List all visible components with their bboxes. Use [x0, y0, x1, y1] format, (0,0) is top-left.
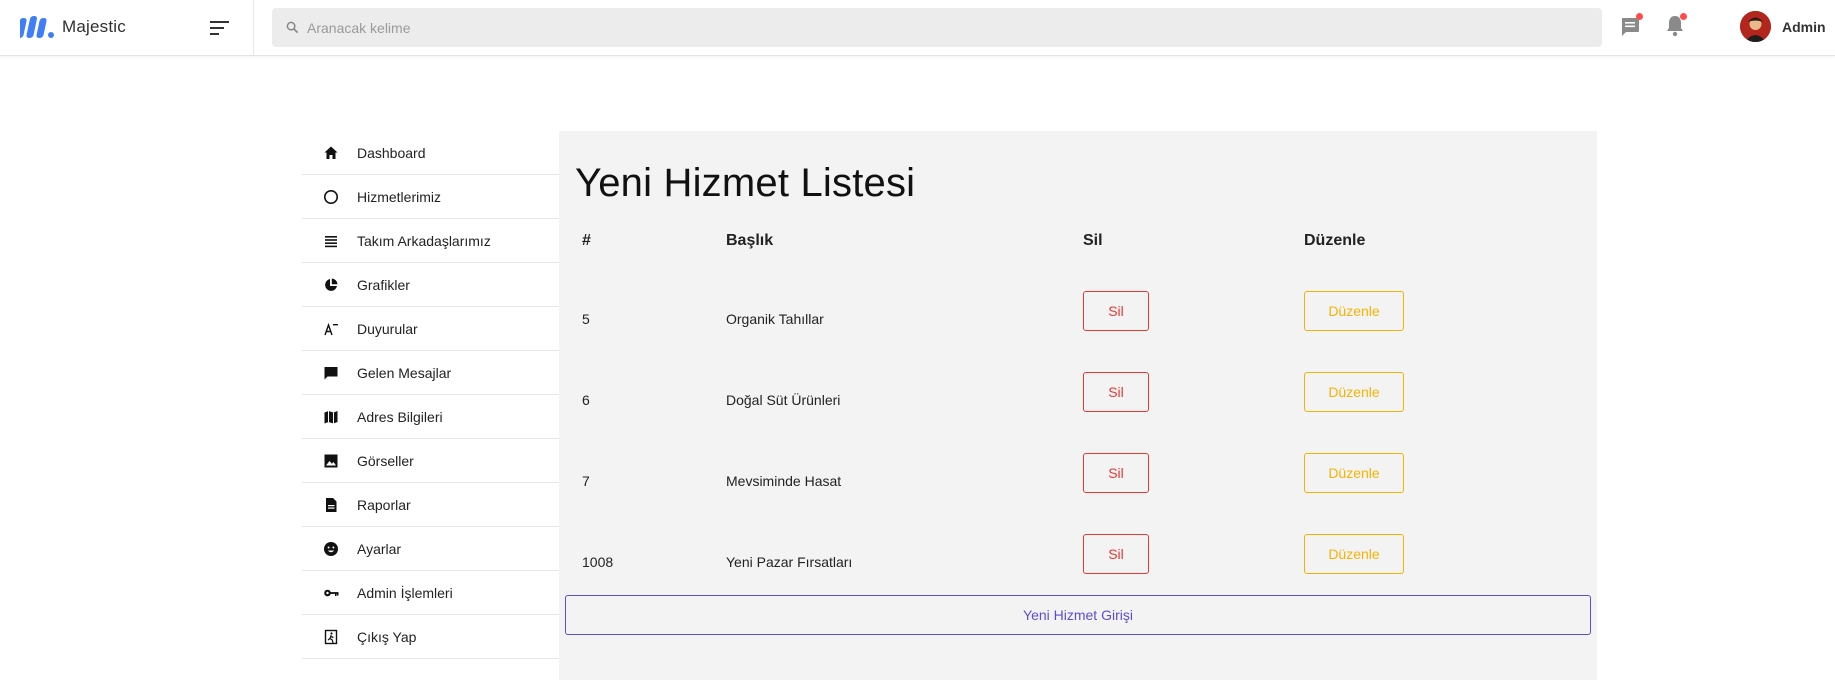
sidebar-item-label: Takım Arkadaşlarımız: [357, 232, 491, 249]
home-icon: [322, 144, 340, 162]
messages-badge: [1636, 13, 1643, 20]
column-header-delete: Sil: [1083, 232, 1103, 249]
delete-button[interactable]: Sil: [1083, 372, 1149, 412]
sidebar-item-label: Çıkış Yap: [357, 628, 417, 645]
text-size-icon: [322, 320, 340, 338]
circle-icon: [322, 188, 340, 206]
new-service-button[interactable]: Yeni Hizmet Girişi: [565, 595, 1591, 635]
sidebar: Dashboard Hizmetlerimiz Takım Arkadaşlar…: [302, 131, 559, 659]
chat-icon: [322, 364, 340, 382]
table-row: 6 Doğal Süt Ürünleri Sil Düzenle: [559, 360, 1597, 441]
user-menu[interactable]: Admin: [1740, 11, 1826, 42]
sidebar-item-dashboard[interactable]: Dashboard: [302, 131, 559, 175]
table-row: 1008 Yeni Pazar Fırsatları Sil Düzenle: [559, 522, 1597, 603]
sidebar-item-adres[interactable]: Adres Bilgileri: [302, 395, 559, 439]
delete-button[interactable]: Sil: [1083, 291, 1149, 331]
notifications-button[interactable]: [1663, 13, 1687, 39]
image-icon: [322, 452, 340, 470]
search-input[interactable]: [307, 19, 1587, 36]
sidebar-item-label: Hizmetlerimiz: [357, 188, 441, 205]
smiley-icon: [322, 540, 340, 558]
key-icon: [322, 584, 340, 602]
search-box[interactable]: [272, 8, 1602, 47]
document-icon: [322, 496, 340, 514]
row-id: 5: [582, 311, 590, 327]
row-id: 1008: [582, 554, 614, 570]
sidebar-item-label: Admin İşlemleri: [357, 584, 453, 601]
sidebar-item-label: Ayarlar: [357, 540, 402, 557]
sidebar-item-raporlar[interactable]: Raporlar: [302, 483, 559, 527]
delete-button[interactable]: Sil: [1083, 453, 1149, 493]
column-header-title: Başlık: [726, 232, 774, 249]
top-navbar: Majestic Aranacak kelime Admin: [0, 0, 1835, 56]
sidebar-item-label: Gelen Mesajlar: [357, 364, 452, 381]
row-id: 6: [582, 392, 590, 408]
row-title: Mevsiminde Hasat: [726, 473, 842, 489]
notifications-badge: [1680, 13, 1687, 20]
sidebar-item-label: Raporlar: [357, 496, 411, 513]
sidebar-item-label: Grafikler: [357, 276, 410, 293]
main-panel: Yeni Hizmet Listesi # Başlık Sil Düzenle…: [559, 131, 1597, 680]
edit-button[interactable]: Düzenle: [1304, 291, 1404, 331]
search-icon: [286, 21, 299, 34]
map-icon: [322, 408, 340, 426]
row-title: Yeni Pazar Fırsatları: [726, 554, 853, 570]
majestic-logo-icon: [20, 16, 54, 38]
row-title: Organik Tahıllar: [726, 311, 824, 327]
sidebar-item-label: Görseller: [357, 452, 414, 469]
sidebar-item-label: Dashboard: [357, 144, 426, 161]
edit-button[interactable]: Düzenle: [1304, 372, 1404, 412]
brand[interactable]: Majestic: [20, 12, 126, 42]
messages-button[interactable]: [1619, 13, 1643, 39]
sidebar-item-label: Adres Bilgileri: [357, 408, 443, 425]
sidebar-item-hizmetlerimiz[interactable]: Hizmetlerimiz: [302, 175, 559, 219]
edit-button[interactable]: Düzenle: [1304, 453, 1404, 493]
sidebar-item-cikis[interactable]: Çıkış Yap: [302, 615, 559, 659]
edit-button[interactable]: Düzenle: [1304, 534, 1404, 574]
row-id: 7: [582, 473, 590, 489]
sidebar-item-ayarlar[interactable]: Ayarlar: [302, 527, 559, 571]
brand-name: Majestic: [62, 17, 126, 36]
avatar-image: [1740, 11, 1771, 42]
navbar-divider: [253, 0, 254, 56]
table-row: 5 Organik Tahıllar Sil Düzenle: [559, 279, 1597, 360]
sidebar-item-label: Duyurular: [357, 320, 418, 337]
avatar: [1740, 11, 1771, 42]
pie-chart-icon: [322, 276, 340, 294]
sidebar-item-grafikler[interactable]: Grafikler: [302, 263, 559, 307]
menu-toggle-icon[interactable]: [208, 16, 232, 40]
sidebar-item-gelen-mesajlar[interactable]: Gelen Mesajlar: [302, 351, 559, 395]
column-header-edit: Düzenle: [1304, 232, 1366, 249]
row-title: Doğal Süt Ürünleri: [726, 392, 841, 408]
sidebar-item-gorseller[interactable]: Görseller: [302, 439, 559, 483]
sidebar-item-duyurular[interactable]: Duyurular: [302, 307, 559, 351]
exit-icon: [322, 628, 340, 646]
column-header-id: #: [582, 232, 591, 249]
sidebar-item-takim[interactable]: Takım Arkadaşlarımız: [302, 219, 559, 263]
delete-button[interactable]: Sil: [1083, 534, 1149, 574]
sidebar-item-admin-islemleri[interactable]: Admin İşlemleri: [302, 571, 559, 615]
user-name: Admin: [1782, 18, 1826, 35]
table-row: 7 Mevsiminde Hasat Sil Düzenle: [559, 441, 1597, 522]
list-icon: [322, 232, 340, 250]
page-title: Yeni Hizmet Listesi: [575, 161, 916, 205]
